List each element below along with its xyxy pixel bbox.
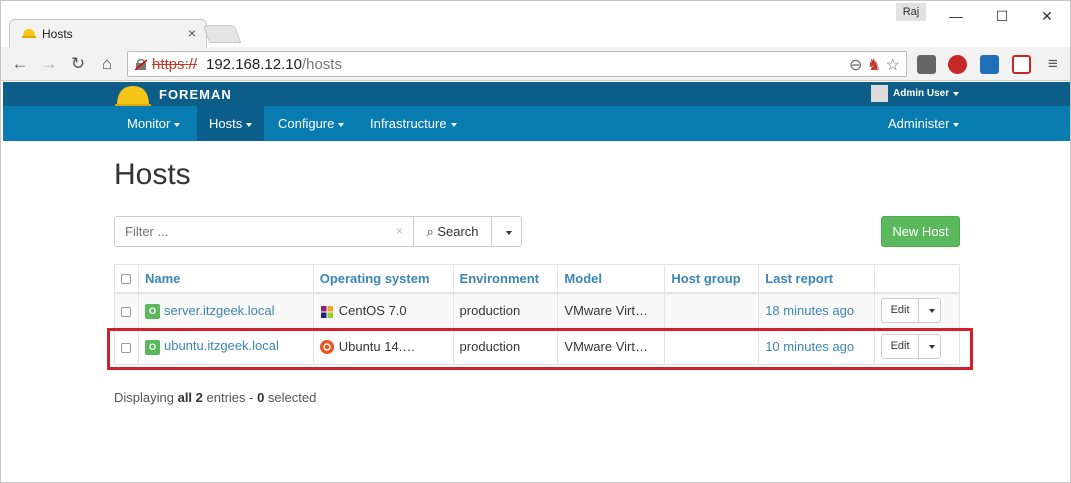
host-name-cell: Oserver.itzgeek.local bbox=[137, 292, 314, 329]
edit-button-group: Edit bbox=[881, 298, 942, 324]
nav-administer-label: Administer bbox=[888, 116, 950, 131]
summary-total: all 2 bbox=[177, 390, 203, 405]
foreman-helmet-icon bbox=[22, 29, 36, 38]
page-title: Hosts bbox=[114, 158, 191, 191]
browser-toolbar: ← → ↻ ⌂ https:// 192.168.12.10/hosts ⊖ ♞… bbox=[1, 47, 1070, 81]
caret-down-icon bbox=[174, 122, 181, 127]
column-last-report[interactable]: Last report bbox=[758, 264, 876, 294]
search-icon: ⌕ bbox=[426, 224, 434, 239]
actions-cell: Edit bbox=[874, 292, 960, 329]
nav-administer[interactable]: Administer bbox=[876, 106, 971, 141]
row-checkbox[interactable] bbox=[121, 306, 131, 317]
filter-input[interactable] bbox=[114, 216, 414, 247]
maximize-icon[interactable]: ☐ bbox=[979, 1, 1025, 31]
nav-monitor[interactable]: Monitor bbox=[115, 106, 192, 141]
table-header-row: Name Operating system Environment Model … bbox=[114, 264, 960, 294]
search-dropdown-button[interactable] bbox=[491, 216, 522, 247]
select-all-checkbox[interactable] bbox=[121, 274, 131, 285]
edit-button[interactable]: Edit bbox=[881, 298, 920, 324]
caret-down-icon bbox=[246, 122, 253, 127]
nav-configure-label: Configure bbox=[278, 116, 335, 131]
column-actions bbox=[874, 264, 960, 294]
profile-button[interactable]: Raj bbox=[896, 3, 926, 21]
foreman-logo-icon[interactable] bbox=[115, 82, 151, 108]
pagination-summary: Displaying all 2 entries - 0 selected bbox=[114, 390, 316, 405]
zoom-icon[interactable]: ⊖ bbox=[849, 57, 862, 74]
close-tab-icon[interactable]: × bbox=[188, 25, 196, 41]
title-bar: Hosts × Raj — ☐ ✕ bbox=[1, 1, 1070, 47]
foreman-topbar: FOREMAN Admin User bbox=[3, 82, 1070, 108]
foreman-navbar: Monitor Hosts Configure Infrastructure A… bbox=[3, 106, 1070, 141]
last-report-cell: 18 minutes ago bbox=[758, 292, 876, 329]
nav-infrastructure-label: Infrastructure bbox=[370, 116, 447, 131]
reload-icon[interactable]: ↻ bbox=[67, 53, 89, 75]
caret-down-icon bbox=[505, 230, 512, 235]
os-cell: CentOS 7.0 bbox=[312, 292, 454, 329]
status-badge: O bbox=[144, 303, 160, 319]
column-os[interactable]: Operating system bbox=[312, 264, 454, 294]
extension-icon[interactable]: ♞ bbox=[867, 57, 881, 74]
summary-suffix: selected bbox=[264, 390, 317, 405]
browser-tab[interactable]: Hosts × bbox=[9, 19, 207, 47]
host-group-cell bbox=[664, 292, 760, 329]
minimize-icon[interactable]: — bbox=[933, 1, 979, 31]
summary-middle: entries - bbox=[202, 390, 258, 405]
tab-title: Hosts bbox=[42, 27, 73, 41]
url-scheme: https:// bbox=[152, 56, 198, 73]
nav-infrastructure[interactable]: Infrastructure bbox=[358, 106, 469, 141]
table-row: Oserver.itzgeek.local CentOS 7.0 product… bbox=[114, 292, 960, 329]
menu-icon[interactable]: ≡ bbox=[1042, 53, 1064, 75]
last-report-link[interactable]: 18 minutes ago bbox=[765, 303, 854, 318]
host-link[interactable]: server.itzgeek.local bbox=[164, 303, 275, 318]
close-window-icon[interactable]: ✕ bbox=[1024, 1, 1070, 31]
forward-icon[interactable]: → bbox=[38, 53, 60, 75]
extension-s-icon[interactable] bbox=[980, 55, 999, 74]
clear-icon[interactable]: × bbox=[396, 224, 403, 238]
url-host: 192.168.12.10 bbox=[206, 56, 302, 73]
highlight-annotation bbox=[107, 328, 973, 370]
row-select-cell bbox=[114, 292, 139, 329]
centos-icon bbox=[320, 305, 333, 318]
model-cell: VMware Virt… bbox=[557, 292, 666, 329]
nav-hosts-label: Hosts bbox=[209, 116, 243, 131]
avatar bbox=[871, 85, 888, 102]
search-bar: × ⌕ Search bbox=[114, 216, 522, 247]
search-button[interactable]: ⌕ Search bbox=[413, 216, 492, 247]
environment-cell: production bbox=[452, 292, 559, 329]
url-path: /hosts bbox=[301, 56, 342, 73]
home-icon[interactable]: ⌂ bbox=[96, 53, 118, 75]
user-menu[interactable]: Admin User bbox=[871, 85, 960, 102]
select-all-cell bbox=[114, 264, 139, 294]
column-environment[interactable]: Environment bbox=[452, 264, 559, 294]
column-model[interactable]: Model bbox=[557, 264, 666, 294]
insecure-lock-icon bbox=[135, 58, 147, 70]
extension-icon[interactable] bbox=[917, 55, 936, 74]
caret-down-icon bbox=[953, 91, 960, 96]
back-icon[interactable]: ← bbox=[9, 53, 31, 75]
foreman-brand[interactable]: FOREMAN bbox=[159, 87, 232, 102]
search-button-label: Search bbox=[437, 224, 479, 239]
summary-prefix: Displaying bbox=[114, 390, 178, 405]
caret-down-icon bbox=[928, 308, 935, 313]
adblock-icon[interactable] bbox=[948, 55, 967, 74]
address-bar[interactable]: https:// 192.168.12.10/hosts ⊖ ♞ ☆ bbox=[127, 51, 907, 77]
bookmark-star-icon[interactable]: ☆ bbox=[886, 57, 900, 74]
new-tab-button[interactable] bbox=[202, 25, 242, 43]
caret-down-icon bbox=[450, 122, 457, 127]
new-host-button[interactable]: New Host bbox=[881, 216, 960, 247]
extension-t-icon[interactable] bbox=[1012, 55, 1031, 74]
caret-down-icon bbox=[338, 122, 345, 127]
column-name[interactable]: Name bbox=[137, 264, 314, 294]
edit-dropdown-button[interactable] bbox=[919, 298, 942, 324]
nav-monitor-label: Monitor bbox=[127, 116, 171, 131]
caret-down-icon bbox=[953, 122, 960, 127]
browser-window: Hosts × Raj — ☐ ✕ ← → ↻ ⌂ https:// 192.1… bbox=[0, 0, 1071, 483]
user-name: Admin User bbox=[893, 88, 950, 100]
omnibox-icons: ⊖ ♞ ☆ bbox=[849, 55, 900, 75]
os-name: CentOS 7.0 bbox=[338, 302, 407, 318]
nav-configure[interactable]: Configure bbox=[266, 106, 356, 141]
column-host-group[interactable]: Host group bbox=[664, 264, 760, 294]
url-text: 192.168.12.10/hosts bbox=[206, 56, 342, 73]
nav-hosts[interactable]: Hosts bbox=[197, 106, 265, 141]
